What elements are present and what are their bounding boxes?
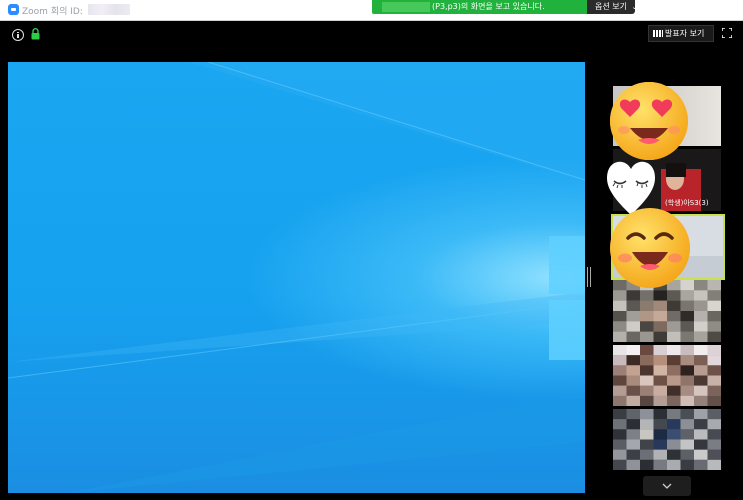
smile-emoji-icon	[610, 208, 690, 288]
pixelated-video-frame	[613, 409, 721, 470]
meeting-id-title: Zoom 회의 ID:	[22, 7, 83, 17]
participant-video-thumbnail[interactable]	[613, 409, 721, 470]
zoom-logo-icon	[8, 4, 19, 15]
chevron-down-icon	[662, 483, 672, 489]
panel-splitter-handle[interactable]	[587, 267, 591, 287]
grid-icon	[653, 30, 663, 37]
scroll-down-button[interactable]	[643, 476, 691, 496]
desktop-light-rays	[8, 62, 585, 493]
view-options-label: 옵션 보기	[595, 2, 627, 11]
lock-icon[interactable]	[31, 28, 40, 40]
fullscreen-icon[interactable]	[722, 28, 732, 38]
sharer-name-mask	[382, 2, 430, 12]
chevron-down-icon: ⌄	[631, 3, 638, 11]
speaker-view-label: 발표자 보기	[665, 29, 705, 38]
windows-logo	[549, 236, 585, 366]
info-icon[interactable]	[12, 29, 24, 41]
heart-eyes-emoji-icon	[610, 82, 688, 160]
view-options-button[interactable]: 옵션 보기 ⌄	[587, 0, 638, 14]
pixelated-video-frame	[613, 345, 721, 406]
share-banner-text: (P3,p3)의 화면을 보고 있습니다.	[432, 2, 545, 11]
speaker-view-button[interactable]: 발표자 보기	[648, 25, 714, 42]
screen-share-banner: (P3,p3)의 화면을 보고 있습니다.	[372, 0, 587, 14]
meeting-id-mask	[88, 4, 130, 15]
shared-screen-desktop	[8, 62, 585, 493]
participant-video-thumbnail[interactable]	[613, 345, 721, 406]
